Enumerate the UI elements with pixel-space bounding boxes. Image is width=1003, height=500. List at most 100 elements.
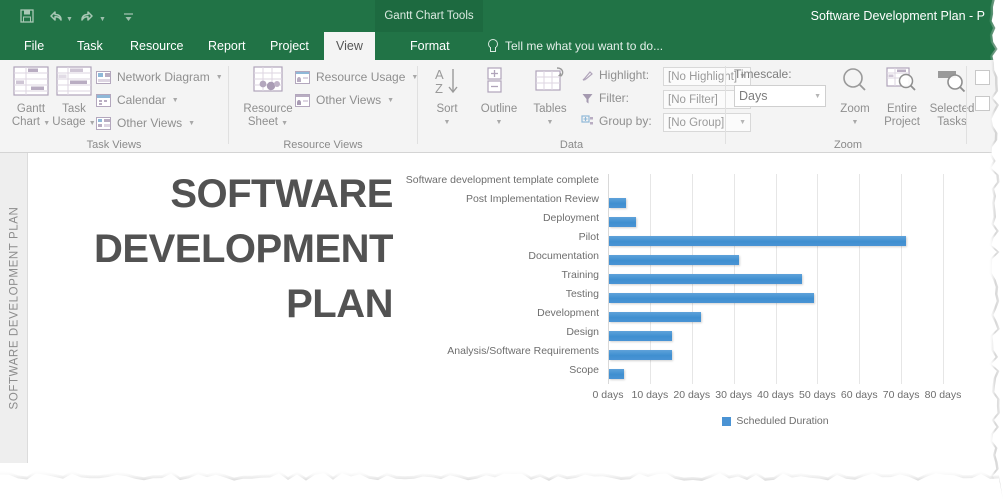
zoom-dropdown-caret[interactable]: ▼ [832, 116, 878, 129]
tab-format[interactable]: Format [398, 32, 462, 60]
sort-button[interactable]: A Z Sort ▼ [424, 66, 470, 129]
chart-plot-area [608, 174, 944, 384]
task-usage-dropdown-caret[interactable]: ▼ [89, 120, 96, 127]
chart-bar[interactable] [609, 216, 637, 227]
ribbon-group-zoom: Timescale: Days ▼ Zoom ▼ Entire Project … [726, 60, 974, 153]
resource-other-views-dropdown-caret[interactable]: ▼ [387, 97, 394, 104]
x-axis-tick-label: 20 days [673, 389, 711, 401]
group-title-task-views: Task Views [86, 139, 142, 151]
calendar-button[interactable]: Calendar ▼ [96, 93, 179, 107]
resource-sheet-dropdown-caret[interactable]: ▼ [281, 120, 288, 127]
gridline [859, 174, 861, 384]
chart-legend: Scheduled Duration [608, 415, 943, 427]
outline-dropdown-caret[interactable]: ▼ [472, 116, 526, 129]
chart-bar[interactable] [609, 274, 802, 284]
undo-dropdown-caret[interactable]: ▼ [66, 10, 73, 23]
resource-usage-button[interactable]: Resource Usage ▼ [295, 70, 418, 84]
task-other-views-button[interactable]: Other Views ▼ [96, 116, 195, 130]
group-title-data: Data [559, 139, 584, 151]
x-axis-tick-label: 50 days [798, 389, 836, 401]
chart-bar[interactable] [609, 293, 815, 304]
zoom-button[interactable]: Zoom ▼ [832, 66, 878, 129]
page-title-line-2: DEVELOPMENT [94, 227, 393, 271]
split-view-checkbox-1[interactable] [975, 70, 990, 85]
task-usage-label-line1: Task [62, 103, 86, 115]
customize-qat-icon[interactable] [116, 4, 142, 28]
report-sidebar-strip: SOFTWARE DEVELOPMENT PLAN [0, 153, 28, 463]
resource-sheet-label-line2: Sheet [247, 116, 278, 128]
x-axis-tick-label: 30 days [715, 389, 753, 401]
document-title: Software Development Plan - P [810, 9, 985, 23]
chart-category-labels: Software development template complete P… [383, 174, 603, 384]
x-axis-tick-label: 80 days [924, 389, 962, 401]
page-title: SOFTWARE DEVELOPMENT PLAN [48, 167, 393, 332]
chart-bar[interactable] [609, 235, 907, 246]
page-title-line-1: SOFTWARE [170, 172, 393, 216]
tab-report[interactable]: Report [196, 32, 258, 60]
category-label: Documentation [528, 250, 599, 262]
entire-project-button[interactable]: Entire Project [878, 66, 926, 129]
chart-x-axis-ticks: 0 days 10 days 20 days 30 days 40 days 50 day… [593, 389, 962, 405]
resource-sheet-icon [237, 66, 299, 100]
task-usage-button[interactable]: Task Usage ▼ [48, 66, 100, 130]
resource-sheet-button[interactable]: Resource Sheet ▼ [237, 66, 299, 130]
category-label: Training [561, 269, 599, 281]
resource-sheet-label-line1: Resource [243, 103, 293, 115]
tables-dropdown-caret[interactable]: ▼ [526, 116, 574, 129]
chart-bar[interactable] [609, 369, 624, 380]
filter-funnel-icon [581, 92, 594, 105]
sidebar-vertical-title: SOFTWARE DEVELOPMENT PLAN [0, 153, 28, 463]
calendar-label: Calendar [117, 93, 166, 107]
chart-bar[interactable] [609, 331, 672, 342]
task-usage-label-line2: Usage [52, 116, 86, 128]
resource-other-views-button[interactable]: Other Views ▼ [295, 93, 394, 107]
sort-az-icon: A Z [424, 66, 470, 100]
chart-bar[interactable] [609, 197, 626, 208]
selected-tasks-label-line2: Tasks [937, 116, 967, 128]
category-label: Analysis/Software Requirements [447, 345, 599, 357]
network-diagram-dropdown-caret[interactable]: ▼ [216, 74, 223, 81]
selected-tasks-button[interactable]: Selected Tasks [926, 66, 978, 129]
timescale-caret-icon[interactable]: ▼ [814, 93, 821, 100]
x-axis-tick-label: 60 days [840, 389, 878, 401]
highlight-label: Highlight: [599, 68, 650, 82]
tell-me-placeholder: Tell me what you want to do... [505, 39, 664, 53]
resource-usage-icon [295, 70, 310, 84]
tab-project[interactable]: Project [258, 32, 321, 60]
filter-label: Filter: [599, 91, 629, 105]
entire-project-label-line1: Entire [886, 103, 918, 115]
calendar-dropdown-caret[interactable]: ▼ [172, 97, 179, 104]
undo-icon[interactable] [42, 4, 68, 28]
legend-label: Scheduled Duration [736, 415, 829, 427]
category-label: Software development template complete [405, 174, 599, 186]
sort-dropdown-caret[interactable]: ▼ [424, 116, 470, 129]
tables-button[interactable]: Tables ▼ [526, 66, 574, 129]
resource-other-views-icon [295, 93, 310, 107]
redo-icon[interactable] [75, 4, 101, 28]
chart-bar[interactable] [609, 254, 739, 265]
other-views-icon [96, 116, 111, 130]
chart-bar[interactable] [609, 312, 702, 323]
split-view-checkbox-2[interactable] [975, 96, 990, 111]
tab-resource[interactable]: Resource [118, 32, 196, 60]
category-label: Deployment [542, 212, 599, 224]
redo-dropdown-caret[interactable]: ▼ [99, 10, 106, 23]
sort-label: Sort [436, 103, 458, 115]
save-icon[interactable] [14, 4, 40, 28]
zoom-magnifier-icon [832, 66, 878, 100]
group-by-label: Group by: [599, 114, 652, 128]
tab-view[interactable]: View [324, 32, 375, 60]
resource-usage-label: Resource Usage [316, 70, 406, 84]
timescale-combo[interactable]: Days ▼ [734, 85, 826, 107]
scheduled-duration-chart[interactable]: Software development template complete P… [383, 167, 983, 457]
tab-file[interactable]: File [12, 32, 56, 60]
ribbon-group-resource-views: Resource Sheet ▼ Resource Usage ▼ Other … [229, 60, 418, 153]
task-other-views-label: Other Views [117, 116, 183, 130]
selected-tasks-icon [926, 66, 978, 100]
tab-task[interactable]: Task [65, 32, 115, 60]
chart-bar[interactable] [609, 350, 672, 361]
task-other-views-dropdown-caret[interactable]: ▼ [188, 120, 195, 127]
network-diagram-button[interactable]: Network Diagram ▼ [96, 70, 223, 84]
tell-me-search-box[interactable]: Tell me what you want to do... [487, 32, 663, 60]
outline-button[interactable]: Outline ▼ [472, 66, 526, 129]
